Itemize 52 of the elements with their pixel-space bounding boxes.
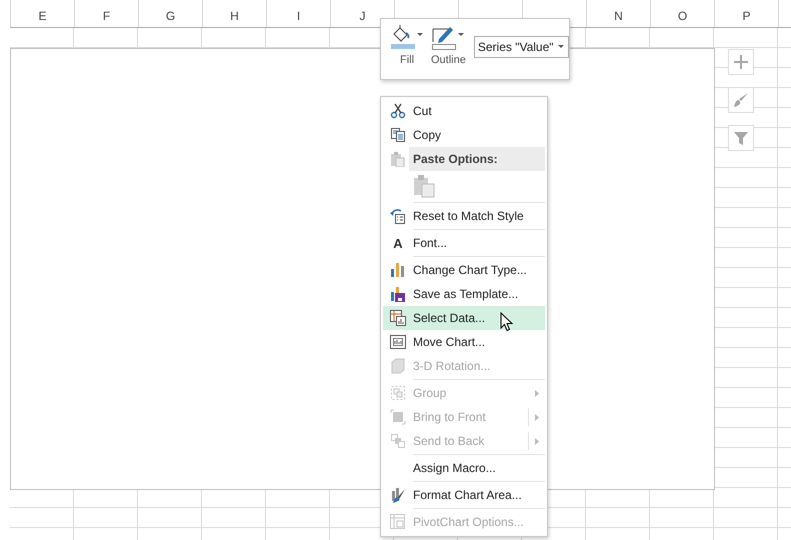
- menu-item[interactable]: A Font...: [383, 231, 545, 255]
- column-header[interactable]: E: [11, 0, 75, 27]
- template-icon: [390, 286, 406, 302]
- menu-item[interactable]: Select Data...: [383, 306, 545, 330]
- plus-button[interactable]: [728, 49, 754, 75]
- column-header[interactable]: N: [587, 0, 651, 27]
- filter-icon: [733, 130, 749, 146]
- submenu-arrow-icon: [535, 390, 539, 396]
- clipboard-icon: [390, 151, 406, 167]
- clipboard-icon: [413, 174, 435, 198]
- submenu-arrow-icon: [535, 414, 539, 420]
- column-header[interactable]: P: [715, 0, 779, 27]
- brush-icon: [733, 92, 749, 108]
- column-header[interactable]: I: [267, 0, 331, 27]
- menu-item[interactable]: Reset to Match Style: [383, 204, 545, 228]
- bring-front-icon: [390, 409, 406, 425]
- scissors-icon: [390, 103, 406, 119]
- brush-button[interactable]: [728, 87, 754, 113]
- pen-icon: [432, 25, 456, 50]
- filter-button[interactable]: [728, 125, 754, 151]
- font-icon: A: [393, 236, 403, 250]
- menu-item[interactable]: Format Chart Area...: [383, 483, 545, 507]
- bar-chart-icon: [390, 262, 406, 278]
- table-chart-icon: [390, 310, 406, 326]
- reset-style-icon: [390, 208, 406, 224]
- dropdown-caret-icon: [417, 33, 423, 37]
- paint-brush-icon: [390, 487, 406, 503]
- menu-item[interactable]: Move Chart...: [383, 330, 545, 354]
- pointer-icon: [500, 312, 514, 332]
- menu-item[interactable]: Cut: [383, 99, 545, 123]
- group-icon: [390, 385, 406, 401]
- dropdown-caret-icon: [458, 33, 464, 37]
- section-header: Paste Options:: [409, 147, 545, 171]
- column-header[interactable]: H: [203, 0, 267, 27]
- menu-item[interactable]: Copy: [383, 123, 545, 147]
- send-back-icon: [390, 433, 406, 449]
- copy-icon: [390, 127, 406, 143]
- column-header[interactable]: F: [75, 0, 139, 27]
- move-chart-icon: [390, 334, 406, 350]
- column-header[interactable]: O: [651, 0, 715, 27]
- menu-item[interactable]: Save as Template...: [383, 282, 545, 306]
- pivot-table-icon: [390, 514, 406, 530]
- cube-icon: [390, 358, 406, 374]
- series-dropdown[interactable]: Series "Value": [474, 36, 569, 58]
- plus-icon: [733, 54, 749, 70]
- fill-button[interactable]: Fill: [389, 25, 425, 66]
- outline-button[interactable]: Outline: [429, 25, 468, 66]
- submenu-arrow-icon: [535, 438, 539, 444]
- menu-item[interactable]: Assign Macro...: [383, 456, 545, 480]
- fill-bucket-icon: [391, 25, 415, 50]
- column-header[interactable]: G: [139, 0, 203, 27]
- menu-item[interactable]: Change Chart Type...: [383, 258, 545, 282]
